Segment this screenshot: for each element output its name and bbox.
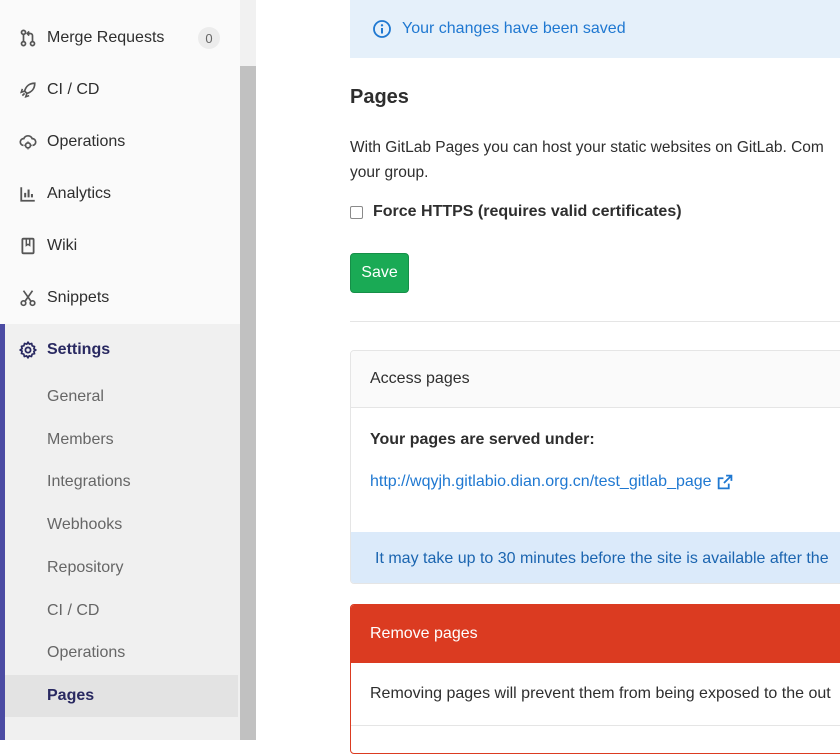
availability-info: It may take up to 30 minutes before the …: [351, 532, 840, 583]
sidebar-item-ci-cd[interactable]: CI / CD: [0, 64, 240, 116]
sidebar-subitem-integrations[interactable]: Integrations: [5, 461, 238, 503]
pages-description-line: With GitLab Pages you can host your stat…: [350, 139, 824, 156]
flash-notice-text: Your changes have been saved: [402, 20, 626, 37]
remove-pages-description: Removing pages will prevent them from be…: [370, 685, 831, 702]
sidebar-subitem-operations[interactable]: Operations: [5, 632, 238, 674]
sidebar-item-settings[interactable]: Settings: [0, 324, 240, 376]
force-https-option[interactable]: Force HTTPS (requires valid certificates…: [350, 203, 682, 221]
sidebar-item-label: Operations: [47, 133, 126, 150]
gear-icon: [18, 340, 38, 360]
cloud-gear-icon: [18, 132, 38, 152]
rocket-icon: [18, 80, 38, 100]
sidebar-scrollbar-thumb[interactable]: [240, 66, 256, 740]
sidebar-subitem-members[interactable]: Members: [5, 419, 238, 461]
pages-url-link[interactable]: http://wqyjh.gitlabio.dian.org.cn/test_g…: [370, 473, 733, 491]
sidebar-subitem-webhooks[interactable]: Webhooks: [5, 504, 238, 546]
sidebar-subitem-general[interactable]: General: [5, 376, 238, 418]
merge-requests-count-badge: 0: [198, 27, 220, 49]
sidebar-item-label: Merge Requests: [47, 29, 165, 46]
sidebar-item-label: Settings: [47, 341, 111, 358]
force-https-label[interactable]: Force HTTPS (requires valid certificates…: [373, 203, 682, 221]
sidebar-item-label: CI / CD: [47, 81, 100, 98]
book-icon: [18, 236, 38, 256]
scissors-icon: [18, 288, 38, 308]
section-divider: [350, 321, 840, 322]
chart-icon: [18, 184, 38, 204]
served-under-label: Your pages are served under:: [370, 431, 595, 448]
save-button[interactable]: Save: [350, 253, 409, 293]
sidebar-item-merge-requests[interactable]: Merge Requests 0: [0, 12, 240, 64]
sidebar-item-label: Wiki: [47, 237, 78, 254]
pages-description-line: your group.: [350, 164, 429, 181]
sidebar-item-analytics[interactable]: Analytics: [0, 168, 240, 220]
force-https-checkbox[interactable]: [350, 205, 363, 219]
external-link-icon[interactable]: [716, 474, 733, 491]
flash-notice: Your changes have been saved: [350, 0, 840, 58]
sidebar-item-label: Snippets: [47, 289, 110, 306]
sidebar-item-label: Analytics: [47, 185, 112, 202]
remove-pages-card: Remove pages Removing pages will prevent…: [350, 604, 840, 754]
pages-description: With GitLab Pages you can host your stat…: [350, 135, 840, 185]
sidebar-subitem-pages[interactable]: Pages: [5, 675, 238, 717]
access-pages-card: Access pages Your pages are served under…: [350, 350, 840, 584]
info-circle-icon: [372, 19, 392, 39]
merge-request-icon: [18, 28, 38, 48]
sidebar-item-snippets[interactable]: Snippets: [0, 272, 240, 324]
pages-url-text[interactable]: http://wqyjh.gitlabio.dian.org.cn/test_g…: [370, 473, 712, 491]
sidebar-subitem-repository[interactable]: Repository: [5, 547, 238, 589]
remove-pages-header: Remove pages: [351, 605, 840, 663]
access-pages-header: Access pages: [351, 351, 840, 408]
sidebar-item-wiki[interactable]: Wiki: [0, 220, 240, 272]
page-title: Pages: [350, 86, 409, 108]
sidebar-item-operations[interactable]: Operations: [0, 116, 240, 168]
remove-pages-divider: [351, 725, 840, 726]
sidebar-subitem-ci-cd[interactable]: CI / CD: [5, 590, 238, 632]
